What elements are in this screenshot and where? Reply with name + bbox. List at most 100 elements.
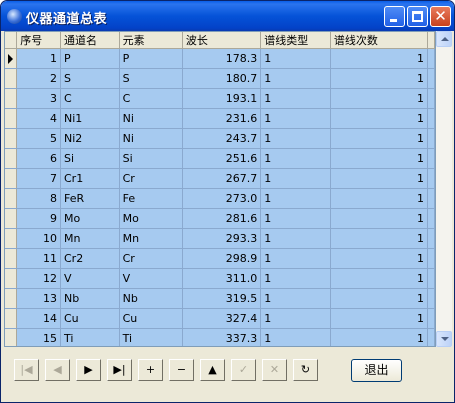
cell-line-type[interactable]: 1 <box>260 88 331 109</box>
table-row[interactable]: 15 Ti Ti 337.3 1 1 <box>5 328 435 346</box>
row-indicator[interactable] <box>5 288 18 309</box>
cell-channel[interactable]: Ni2 <box>60 128 120 149</box>
cell-element[interactable]: C <box>119 88 183 109</box>
cell-wavelength[interactable]: 193.1 <box>182 88 262 109</box>
cancel-button[interactable]: ✕ <box>262 359 287 381</box>
cell-wavelength[interactable]: 327.4 <box>182 308 262 329</box>
cell-wavelength[interactable]: 311.0 <box>182 268 262 289</box>
cell-wavelength[interactable]: 319.5 <box>182 288 262 309</box>
row-indicator[interactable] <box>5 208 18 229</box>
cell-channel[interactable]: Cu <box>60 308 120 329</box>
table-row[interactable]: 12 V V 311.0 1 1 <box>5 268 435 289</box>
cell-line-type[interactable]: 1 <box>260 148 331 169</box>
cell-line-order[interactable]: 1 <box>330 248 429 269</box>
cell-channel[interactable]: V <box>60 268 120 289</box>
cell-element[interactable]: S <box>119 68 183 89</box>
cell-element[interactable]: V <box>119 268 183 289</box>
exit-button[interactable]: 退出 <box>351 359 402 382</box>
cell-index[interactable]: 14 <box>16 308 61 329</box>
scroll-down-button[interactable] <box>436 331 452 347</box>
title-bar[interactable]: 仪器通道总表 ✕ <box>1 1 454 31</box>
cell-line-order[interactable]: 1 <box>330 328 429 346</box>
channel-grid[interactable]: 序号 通道名 元素 波长 谱线类型 谱线次数 1 P P 178.3 1 1 2 S S 180.… <box>4 31 436 347</box>
cell-channel[interactable]: Mo <box>60 208 120 229</box>
cell-channel[interactable]: Ni1 <box>60 108 120 129</box>
cell-line-type[interactable]: 1 <box>260 208 331 229</box>
cell-element[interactable]: Ti <box>119 328 183 346</box>
cell-index[interactable]: 1 <box>16 48 61 69</box>
cell-channel[interactable]: Si <box>60 148 120 169</box>
cell-index[interactable]: 2 <box>16 68 61 89</box>
row-indicator[interactable] <box>5 48 18 69</box>
row-indicator[interactable] <box>5 88 18 109</box>
maximize-button[interactable] <box>407 6 428 27</box>
row-indicator[interactable] <box>5 108 18 129</box>
last-button[interactable]: ▶| <box>107 359 132 381</box>
cell-line-type[interactable]: 1 <box>260 188 331 209</box>
cell-index[interactable]: 6 <box>16 148 61 169</box>
delete-button[interactable]: − <box>169 359 194 381</box>
post-button[interactable]: ✓ <box>231 359 256 381</box>
table-row[interactable]: 5 Ni2 Ni 243.7 1 1 <box>5 128 435 149</box>
cell-line-type[interactable]: 1 <box>260 248 331 269</box>
cell-wavelength[interactable]: 337.3 <box>182 328 262 346</box>
cell-channel[interactable]: P <box>60 48 120 69</box>
cell-channel[interactable]: Cr2 <box>60 248 120 269</box>
table-row[interactable]: 2 S S 180.7 1 1 <box>5 68 435 89</box>
table-row[interactable]: 9 Mo Mo 281.6 1 1 <box>5 208 435 229</box>
cell-index[interactable]: 9 <box>16 208 61 229</box>
row-indicator[interactable] <box>5 68 18 89</box>
cell-element[interactable]: Cr <box>119 248 183 269</box>
cell-wavelength[interactable]: 298.9 <box>182 248 262 269</box>
cell-line-order[interactable]: 1 <box>330 288 429 309</box>
next-button[interactable]: ▶ <box>76 359 101 381</box>
cell-wavelength[interactable]: 243.7 <box>182 128 262 149</box>
cell-line-order[interactable]: 1 <box>330 68 429 89</box>
cell-index[interactable]: 10 <box>16 228 61 249</box>
cell-line-type[interactable]: 1 <box>260 228 331 249</box>
cell-line-type[interactable]: 1 <box>260 128 331 149</box>
table-row[interactable]: 10 Mn Mn 293.3 1 1 <box>5 228 435 249</box>
cell-element[interactable]: Ni <box>119 128 183 149</box>
column-header-line-type[interactable]: 谱线类型 <box>260 32 331 49</box>
cell-line-order[interactable]: 1 <box>330 268 429 289</box>
cell-element[interactable]: Mo <box>119 208 183 229</box>
column-header-index[interactable]: 序号 <box>16 32 61 49</box>
cell-element[interactable]: Mn <box>119 228 183 249</box>
row-indicator[interactable] <box>5 228 18 249</box>
cell-line-order[interactable]: 1 <box>330 228 429 249</box>
first-button[interactable]: |◀ <box>14 359 39 381</box>
row-indicator[interactable] <box>5 268 18 289</box>
cell-index[interactable]: 4 <box>16 108 61 129</box>
insert-button[interactable]: + <box>138 359 163 381</box>
cell-line-type[interactable]: 1 <box>260 108 331 129</box>
row-indicator[interactable] <box>5 328 18 346</box>
cell-index[interactable]: 12 <box>16 268 61 289</box>
prior-button[interactable]: ◀ <box>45 359 70 381</box>
cell-line-order[interactable]: 1 <box>330 148 429 169</box>
cell-line-type[interactable]: 1 <box>260 328 331 346</box>
cell-channel[interactable]: C <box>60 88 120 109</box>
cell-element[interactable]: Ni <box>119 108 183 129</box>
cell-wavelength[interactable]: 293.3 <box>182 228 262 249</box>
row-indicator[interactable] <box>5 308 18 329</box>
cell-line-type[interactable]: 1 <box>260 168 331 189</box>
cell-line-order[interactable]: 1 <box>330 48 429 69</box>
cell-wavelength[interactable]: 273.0 <box>182 188 262 209</box>
table-row[interactable]: 4 Ni1 Ni 231.6 1 1 <box>5 108 435 129</box>
table-row[interactable]: 11 Cr2 Cr 298.9 1 1 <box>5 248 435 269</box>
cell-line-order[interactable]: 1 <box>330 208 429 229</box>
cell-channel[interactable]: S <box>60 68 120 89</box>
cell-index[interactable]: 3 <box>16 88 61 109</box>
cell-wavelength[interactable]: 178.3 <box>182 48 262 69</box>
cell-channel[interactable]: Mn <box>60 228 120 249</box>
cell-element[interactable]: Si <box>119 148 183 169</box>
row-indicator[interactable] <box>5 248 18 269</box>
cell-element[interactable]: Cu <box>119 308 183 329</box>
cell-element[interactable]: Cr <box>119 168 183 189</box>
vertical-scrollbar[interactable] <box>436 31 452 347</box>
cell-line-type[interactable]: 1 <box>260 48 331 69</box>
column-header-element[interactable]: 元素 <box>119 32 183 49</box>
column-header-line-order[interactable]: 谱线次数 <box>330 32 429 49</box>
cell-wavelength[interactable]: 267.7 <box>182 168 262 189</box>
